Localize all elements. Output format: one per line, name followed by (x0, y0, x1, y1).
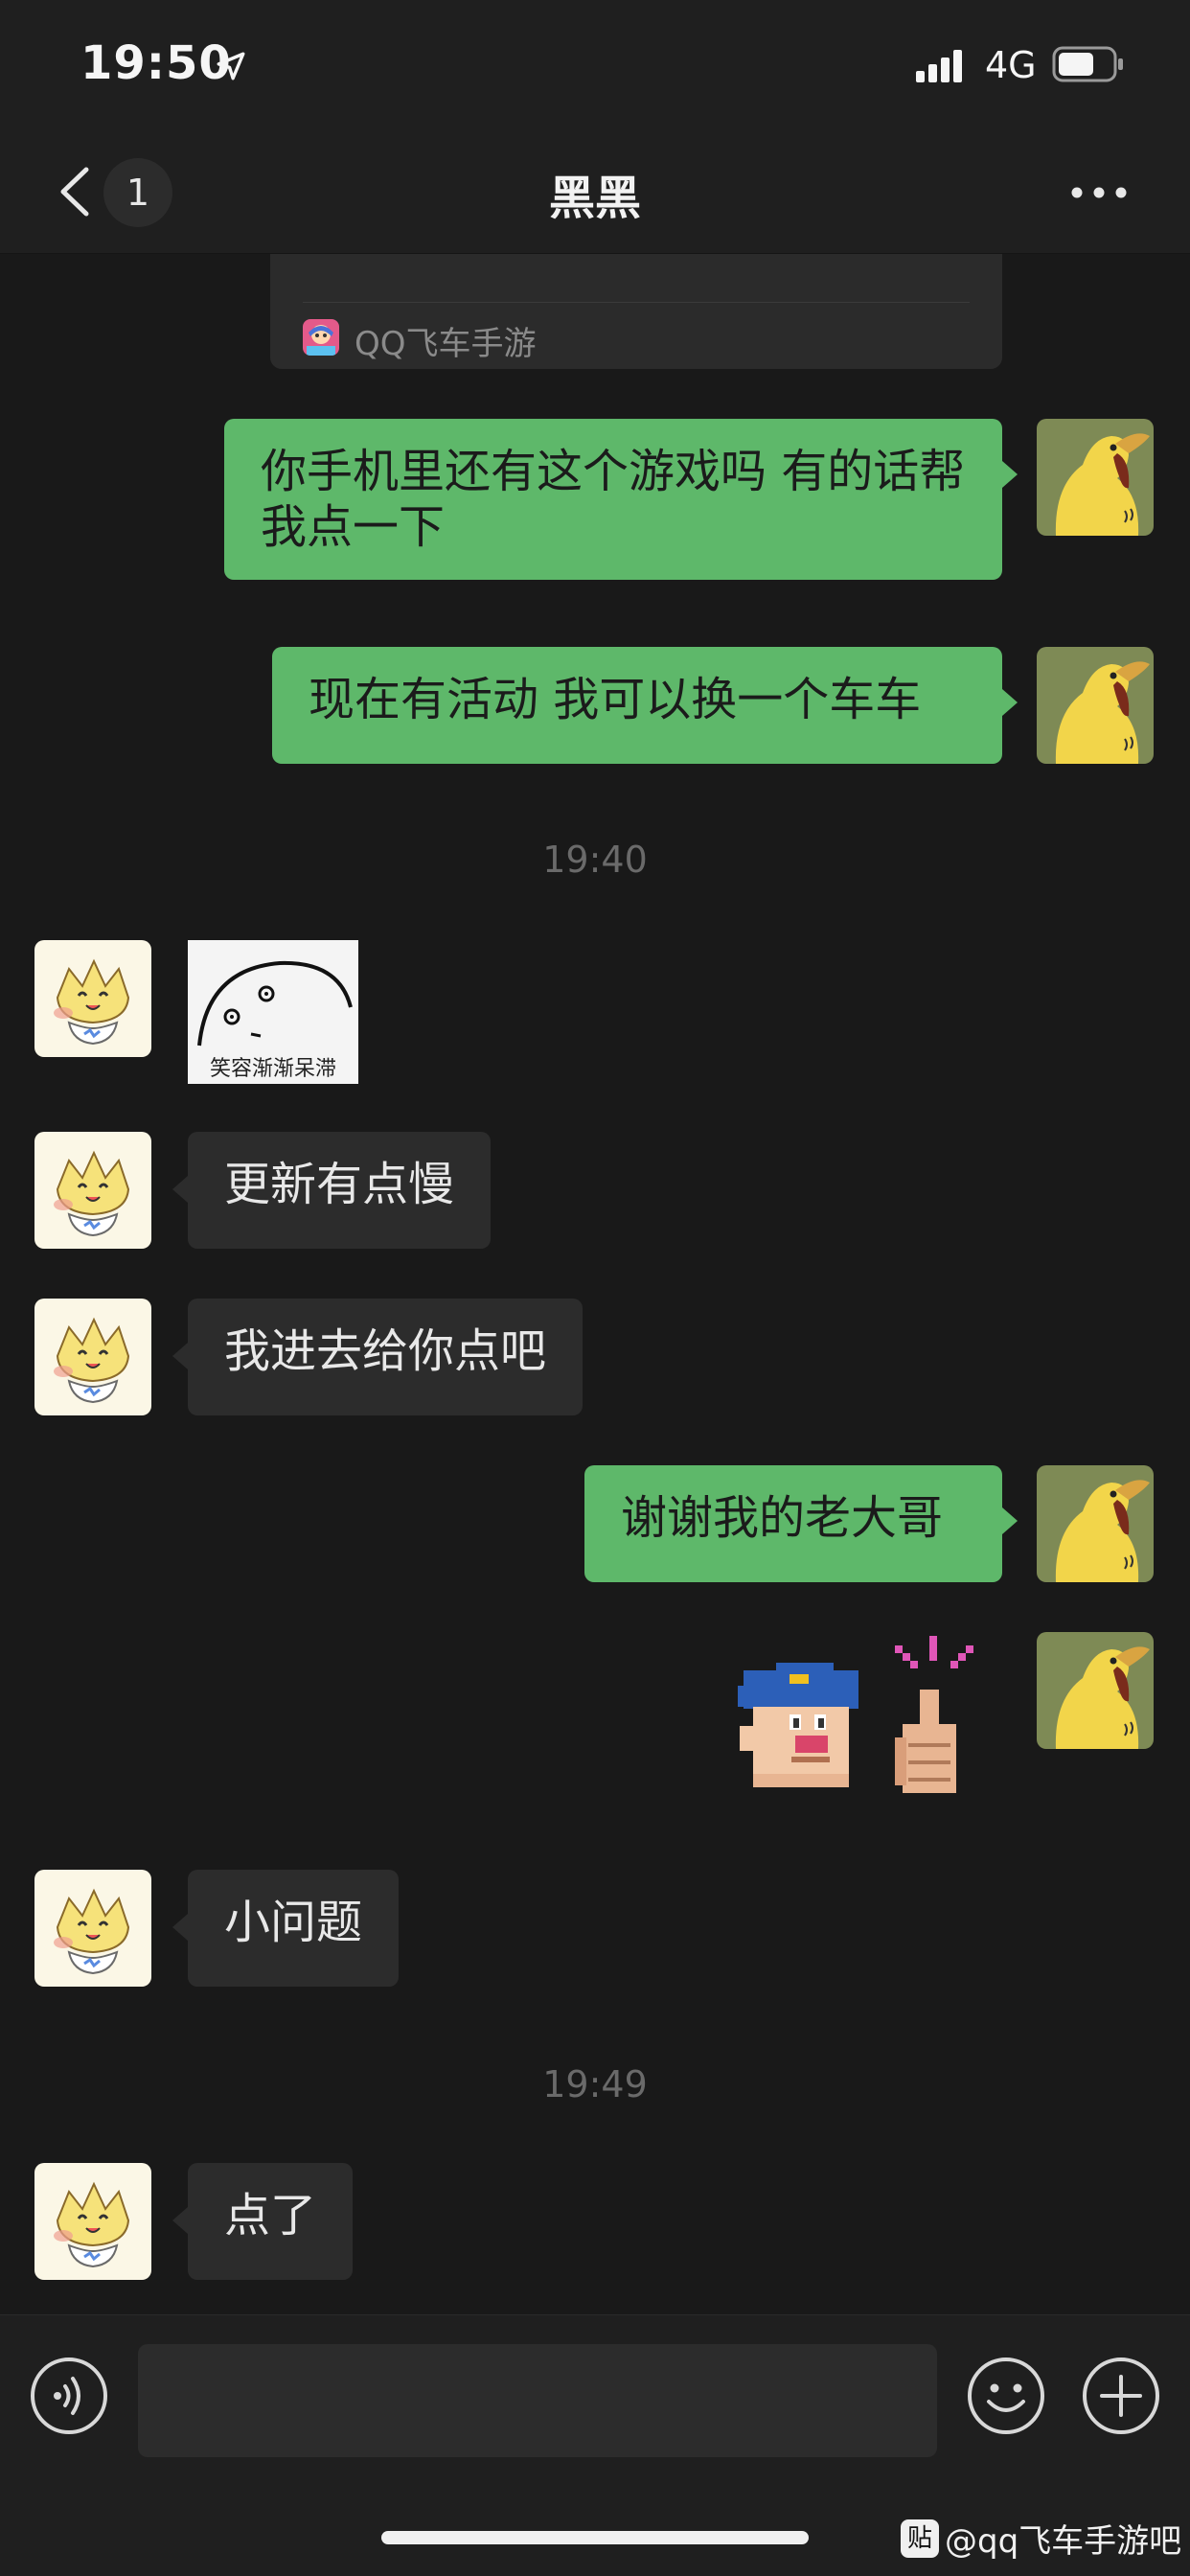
network-label: 4G (985, 44, 1037, 86)
location-arrow-icon (217, 52, 245, 80)
pixel-thumbs-up-sticker[interactable] (732, 1632, 991, 1805)
contact-avatar[interactable] (34, 1132, 151, 1249)
signal-icon (916, 50, 962, 82)
shared-game-card[interactable]: QQ飞车手游 (270, 254, 1002, 369)
chat-header: 1 黑黑 (0, 129, 1190, 254)
qq-speed-app-icon (303, 319, 339, 356)
status-time: 19:50 (80, 36, 232, 90)
sticker-message[interactable]: 笑容渐渐呆滞 (188, 940, 358, 1084)
card-app-name: QQ飞车手游 (355, 325, 537, 363)
duck-avatar-icon (1037, 419, 1154, 536)
message-bubble-outgoing[interactable]: 现在有活动 我可以换一个车车 (272, 647, 1018, 764)
contact-avatar[interactable] (34, 940, 151, 1057)
message-bubble-outgoing[interactable]: 谢谢我的老大哥 (584, 1465, 1018, 1582)
status-bar: 19:50 4G (0, 0, 1190, 129)
togepi-avatar-icon (34, 1132, 151, 1249)
duck-avatar-icon (1037, 1632, 1154, 1749)
contact-avatar[interactable] (34, 1870, 151, 1987)
my-avatar[interactable] (1037, 647, 1154, 764)
timestamp: 19:49 (542, 2063, 648, 2105)
home-indicator[interactable] (381, 2531, 809, 2544)
timestamp: 19:40 (542, 839, 648, 881)
togepi-avatar-icon (34, 1299, 151, 1415)
watermark-text: @qq飞车手游吧 (945, 2522, 1182, 2561)
chat-title: 黑黑 (548, 172, 641, 225)
duck-avatar-icon (1037, 1465, 1154, 1582)
thumbs-up-pixel-icon (738, 1636, 973, 1793)
tieba-logo-icon: 贴 (901, 2518, 939, 2558)
battery-icon (1052, 46, 1123, 82)
togepi-avatar-icon (34, 1870, 151, 1987)
my-avatar[interactable] (1037, 1632, 1154, 1749)
plus-icon[interactable] (1081, 2356, 1161, 2436)
message-bubble-outgoing[interactable]: 你手机里还有这个游戏吗 有的话帮我点一下 (224, 419, 1018, 580)
message-bubble-incoming[interactable]: 更新有点慢 (172, 1132, 492, 1249)
message-bubble-incoming[interactable]: 点了 (172, 2163, 354, 2280)
emoji-icon[interactable] (966, 2356, 1046, 2436)
voice-icon[interactable] (29, 2356, 109, 2436)
contact-avatar[interactable] (34, 1299, 151, 1415)
more-icon[interactable] (1069, 183, 1129, 202)
card-divider (303, 302, 970, 303)
message-input[interactable] (138, 2344, 937, 2457)
my-avatar[interactable] (1037, 1465, 1154, 1582)
message-list[interactable]: QQ飞车手游 你手机里还有这个游戏吗 有的话帮我点一下 现在有活动 我可以换一个… (0, 254, 1190, 2314)
message-bubble-incoming[interactable]: 小问题 (172, 1870, 400, 1987)
togepi-avatar-icon (34, 2163, 151, 2280)
watermark: 贴 @qq飞车手游吧 (901, 2515, 1181, 2562)
my-avatar[interactable] (1037, 419, 1154, 536)
sticker-caption: 笑容渐渐呆滞 (209, 1057, 336, 1081)
message-bubble-incoming[interactable]: 我进去给你点吧 (172, 1299, 584, 1415)
togepi-avatar-icon (34, 940, 151, 1057)
duck-avatar-icon (1037, 647, 1154, 764)
contact-avatar[interactable] (34, 2163, 151, 2280)
